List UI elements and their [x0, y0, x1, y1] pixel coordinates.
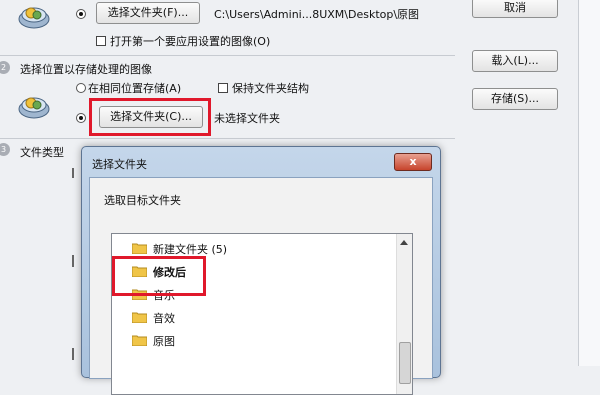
select-folder-dialog: 选择文件夹 x 选取目标文件夹 新建文件夹 (5) 修改后 音乐 音效 原图 — [81, 146, 441, 395]
same-location-radio[interactable] — [76, 83, 86, 93]
cancel-button[interactable]: 取消 — [472, 0, 558, 18]
section-divider — [0, 55, 455, 56]
section-2-number: 2 — [0, 61, 10, 74]
background-checkbox-edge — [72, 348, 74, 360]
scroll-up-icon[interactable] — [400, 240, 408, 245]
dialog-title: 选择文件夹 — [92, 158, 147, 171]
source-folder-radio[interactable] — [76, 9, 86, 19]
save-button[interactable]: 存储(S)... — [472, 88, 558, 110]
tree-item-label: 音效 — [153, 312, 175, 325]
selected-folder-highlight — [112, 256, 206, 296]
window-right-edge — [578, 0, 600, 366]
open-first-image-checkbox[interactable] — [96, 36, 106, 46]
section-divider — [0, 138, 455, 139]
keep-structure-checkbox[interactable] — [218, 83, 228, 93]
folder-icon — [131, 242, 148, 255]
destination-heading: 选择位置以存储处理的图像 — [20, 63, 152, 76]
section-3-number: 3 — [0, 143, 10, 156]
dialog-close-button[interactable]: x — [394, 153, 432, 171]
scanner-icon — [18, 0, 50, 30]
tree-item[interactable]: 音效 — [131, 310, 175, 328]
tree-item-label: 原图 — [153, 335, 175, 348]
source-choose-folder-button[interactable]: 选择文件夹(F)... — [96, 2, 200, 24]
open-first-image-label: 打开第一个要应用设置的图像(O) — [110, 35, 271, 48]
source-path-text: C:\Users\Admini...8UXM\Desktop\原图 — [214, 8, 420, 21]
select-folder-radio[interactable] — [76, 113, 86, 123]
folder-icon — [131, 311, 148, 324]
choose-folder-highlight — [89, 98, 211, 136]
tree-item-label: 新建文件夹 (5) — [153, 243, 228, 256]
background-checkbox-edge — [72, 168, 74, 178]
file-type-heading: 文件类型 — [20, 146, 64, 159]
scroll-thumb[interactable] — [399, 342, 411, 384]
load-button[interactable]: 载入(L)... — [472, 50, 558, 72]
background-checkbox-edge — [72, 255, 74, 267]
keep-structure-label: 保持文件夹结构 — [232, 82, 309, 95]
dialog-prompt: 选取目标文件夹 — [104, 194, 181, 207]
tree-item[interactable]: 原图 — [131, 333, 175, 351]
dialog-body: 选取目标文件夹 新建文件夹 (5) 修改后 音乐 音效 原图 — [89, 177, 433, 395]
scanner-icon — [18, 90, 50, 120]
tree-scrollbar[interactable] — [396, 234, 412, 394]
folder-icon — [131, 334, 148, 347]
same-location-label: 在相同位置存储(A) — [88, 82, 182, 95]
destination-status-text: 未选择文件夹 — [214, 112, 280, 125]
